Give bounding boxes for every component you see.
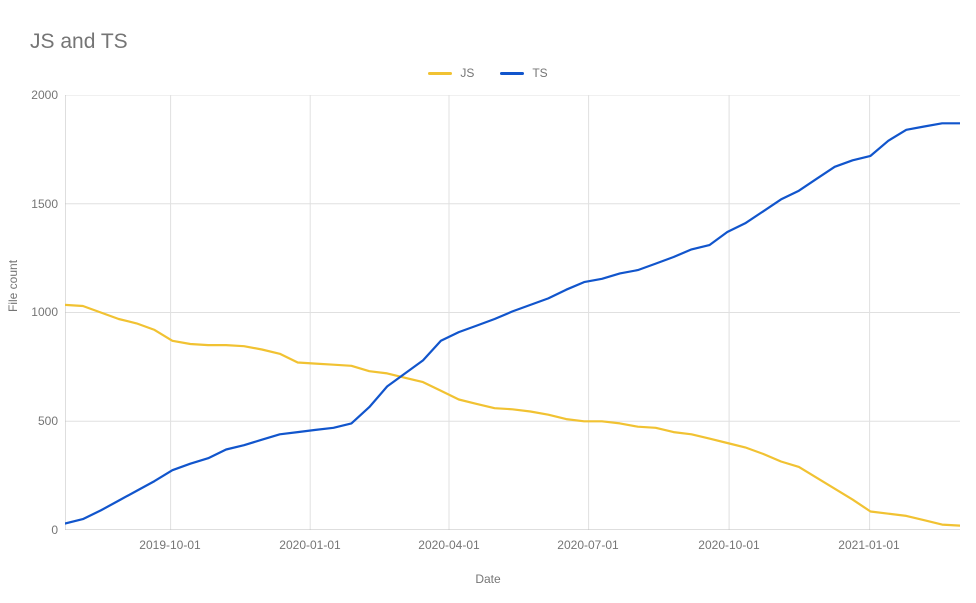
legend-item-ts: TS <box>500 66 547 80</box>
legend-swatch-ts <box>500 72 524 75</box>
x-tick-3: 2020-07-01 <box>557 538 618 552</box>
y-tick-1000: 1000 <box>18 305 58 319</box>
legend-swatch-js <box>428 72 452 75</box>
plot-area <box>65 95 960 530</box>
y-tick-0: 0 <box>18 523 58 537</box>
legend: JS TS <box>0 66 976 80</box>
plot-svg <box>65 95 960 530</box>
legend-item-js: JS <box>428 66 474 80</box>
series-group <box>65 123 960 525</box>
series-js <box>65 305 960 526</box>
chart-title: JS and TS <box>30 30 128 54</box>
y-tick-500: 500 <box>18 414 58 428</box>
series-ts <box>65 123 960 523</box>
legend-label-ts: TS <box>532 66 547 80</box>
x-tick-5: 2021-01-01 <box>838 538 899 552</box>
x-tick-1: 2020-01-01 <box>279 538 340 552</box>
x-axis-title: Date <box>0 572 976 586</box>
y-tick-1500: 1500 <box>18 197 58 211</box>
x-tick-2: 2020-04-01 <box>418 538 479 552</box>
x-tick-0: 2019-10-01 <box>139 538 200 552</box>
chart-root: JS and TS JS TS File count Date 0 500 10… <box>0 0 976 603</box>
legend-label-js: JS <box>460 66 474 80</box>
y-tick-2000: 2000 <box>18 88 58 102</box>
x-tick-4: 2020-10-01 <box>698 538 759 552</box>
